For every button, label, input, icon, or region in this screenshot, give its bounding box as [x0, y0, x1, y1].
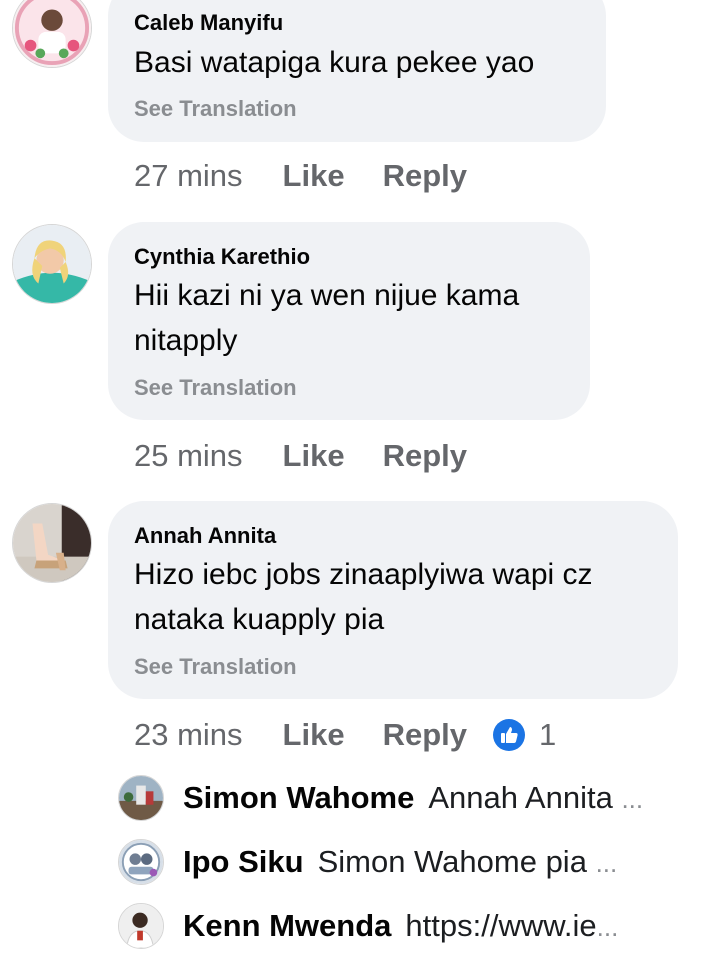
- reply-line: Ipo Siku Simon Wahome pia ...: [183, 842, 673, 883]
- comment-actions: 23 mins Like Reply 1: [134, 715, 556, 755]
- reply-button[interactable]: Reply: [383, 158, 467, 194]
- like-button[interactable]: Like: [283, 717, 345, 753]
- profile-photo-icon: [13, 504, 91, 582]
- profile-photo-icon: [13, 0, 91, 67]
- reply-preview[interactable]: Simon Wahome Annah Annita ...: [0, 773, 716, 829]
- profile-photo-icon: [119, 776, 163, 820]
- comment-author[interactable]: Annah Annita: [134, 523, 276, 549]
- reply-snippet: Simon Wahome pia: [317, 844, 587, 879]
- comment: Cynthia Karethio Hii kazi ni ya wen niju…: [0, 222, 716, 482]
- like-button[interactable]: Like: [283, 158, 345, 194]
- avatar[interactable]: [12, 224, 92, 304]
- truncation-ellipsis: ...: [595, 848, 618, 878]
- comment: Annah Annita Hizo iebc jobs zinaaplyiwa …: [0, 501, 716, 771]
- comment-text: Basi watapiga kura pekee yao: [134, 46, 535, 79]
- truncation-ellipsis: ...: [596, 912, 619, 942]
- comment-actions: 27 mins Like Reply: [134, 156, 467, 196]
- reply-preview[interactable]: Ipo Siku Simon Wahome pia ...: [0, 837, 716, 893]
- avatar[interactable]: [12, 0, 92, 68]
- avatar[interactable]: [118, 775, 164, 821]
- reply-line: Kenn Mwenda https://www.ie...: [183, 906, 673, 947]
- like-button[interactable]: Like: [283, 438, 345, 474]
- comment-bubble: Cynthia Karethio Hii kazi ni ya wen niju…: [108, 222, 590, 420]
- reply-author[interactable]: Ipo Siku: [183, 844, 304, 879]
- reply-button[interactable]: Reply: [383, 438, 467, 474]
- reply-snippet: Annah Annita: [428, 780, 613, 815]
- comment-timestamp[interactable]: 25 mins: [134, 438, 243, 474]
- reply-preview[interactable]: Kenn Mwenda https://www.ie...: [0, 901, 716, 957]
- see-translation-link[interactable]: See Translation: [134, 375, 297, 401]
- comment-actions: 25 mins Like Reply: [134, 436, 467, 476]
- reply-button[interactable]: Reply: [383, 717, 467, 753]
- profile-photo-icon: [119, 904, 163, 948]
- avatar[interactable]: [12, 503, 92, 583]
- comment-author[interactable]: Cynthia Karethio: [134, 244, 310, 270]
- reply-line: Simon Wahome Annah Annita ...: [183, 778, 673, 819]
- avatar[interactable]: [118, 903, 164, 949]
- comment-text: Hii kazi ni ya wen nijue kama nitapply: [134, 279, 520, 357]
- thumbs-up-icon: [493, 719, 525, 751]
- see-translation-link[interactable]: See Translation: [134, 96, 297, 122]
- reply-author[interactable]: Kenn Mwenda: [183, 908, 391, 943]
- reaction-count: 1: [539, 717, 557, 752]
- reaction-summary[interactable]: 1: [493, 717, 556, 753]
- truncation-ellipsis: ...: [621, 784, 644, 814]
- comment-bubble: Annah Annita Hizo iebc jobs zinaaplyiwa …: [108, 501, 678, 699]
- avatar[interactable]: [118, 839, 164, 885]
- comment-text: Hizo iebc jobs zinaaplyiwa wapi cz natak…: [134, 558, 593, 636]
- comment-bubble: Caleb Manyifu Basi watapiga kura pekee y…: [108, 0, 606, 142]
- reply-author[interactable]: Simon Wahome: [183, 780, 414, 815]
- see-translation-link[interactable]: See Translation: [134, 654, 297, 680]
- profile-photo-icon: [13, 225, 91, 303]
- profile-photo-icon: [119, 840, 163, 884]
- comment-timestamp[interactable]: 23 mins: [134, 717, 243, 753]
- reply-snippet: https://www.ie: [405, 908, 597, 943]
- comment: Caleb Manyifu Basi watapiga kura pekee y…: [0, 0, 716, 200]
- comment-author[interactable]: Caleb Manyifu: [134, 10, 283, 36]
- comment-timestamp[interactable]: 27 mins: [134, 158, 243, 194]
